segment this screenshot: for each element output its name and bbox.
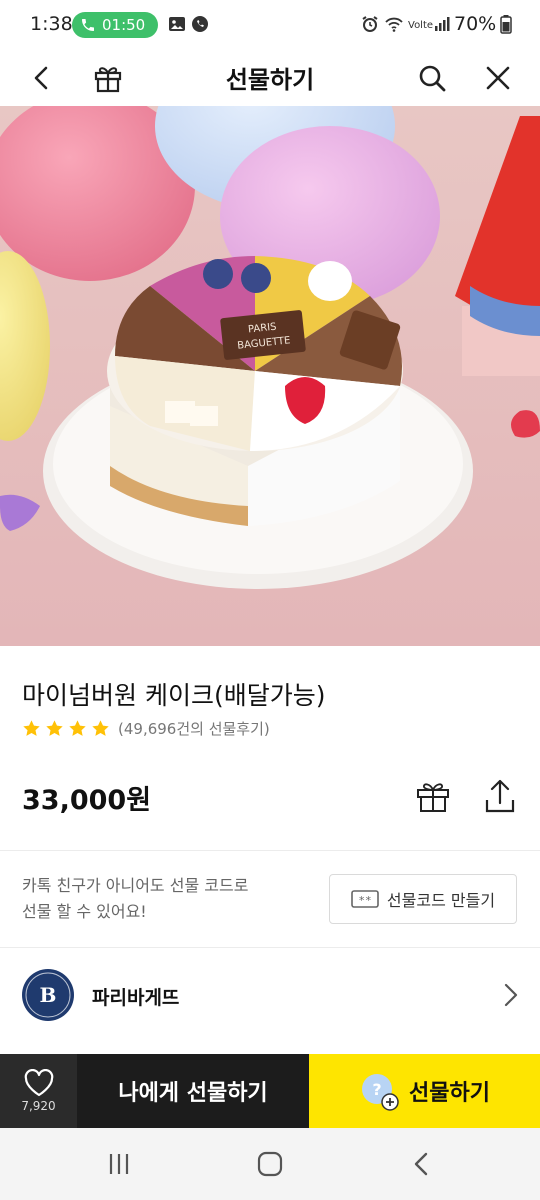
star-icon: [69, 720, 86, 736]
share-icon: [485, 779, 515, 813]
call-indicator[interactable]: 01:50: [72, 12, 158, 38]
rating-row[interactable]: (49,696건의 선물후기): [22, 718, 270, 739]
create-gift-code-button[interactable]: ** 선물코드 만들기: [329, 874, 517, 924]
system-back-button[interactable]: [400, 1146, 444, 1182]
brand-name: 파리바게뜨: [92, 987, 180, 1009]
star-icon: [46, 720, 63, 736]
svg-text:Volte: Volte: [408, 20, 433, 31]
battery-percent: 70%: [454, 13, 497, 35]
battery-icon: [500, 15, 512, 34]
send-gift-label: 선물하기: [409, 1081, 490, 1106]
search-button[interactable]: [410, 56, 454, 100]
page-title: 선물하기: [225, 66, 315, 94]
close-button[interactable]: [476, 56, 520, 100]
close-icon: [486, 66, 510, 90]
signal-icon: [435, 17, 450, 31]
app-header: 선물하기: [0, 50, 540, 106]
brand-logo-letter: B: [40, 983, 57, 1007]
back-arrow-icon: [414, 1152, 428, 1176]
send-gift-button[interactable]: ? 선물하기: [309, 1054, 540, 1128]
search-icon: [419, 65, 446, 92]
product-name: 마이넘버원 케이크(배달가능): [22, 681, 326, 710]
status-time: 1:38: [30, 13, 73, 35]
wish-gift-button[interactable]: [413, 774, 453, 818]
like-button[interactable]: 7,920: [0, 1054, 77, 1128]
volte-icon: Volte: [408, 20, 433, 31]
svg-text:?: ?: [372, 1080, 381, 1099]
gallery-icon: [169, 17, 185, 31]
recent-apps-button[interactable]: [97, 1146, 141, 1182]
divider: [0, 947, 540, 948]
wifi-icon: [385, 17, 403, 32]
phone-icon: [82, 19, 94, 31]
gift-code-description-line1: 카톡 친구가 아니어도 선물 코드로: [22, 876, 249, 895]
like-count: 7,920: [21, 1099, 56, 1113]
cake-photo: PARIS BAGUETTE: [0, 106, 540, 646]
chevron-right-icon: [504, 983, 518, 1007]
home-icon: [257, 1151, 283, 1177]
gift-code-description-line2: 선물 할 수 있어요!: [22, 902, 147, 921]
share-button[interactable]: [480, 774, 520, 818]
brand-logo-icon: B: [25, 972, 71, 1018]
brand-row[interactable]: B 파리바게뜨: [0, 950, 540, 1040]
code-card-icon: **: [351, 890, 379, 908]
bottom-action-bar: 7,920 나에게 선물하기 ? 선물하기: [0, 1054, 540, 1128]
star-icon: [92, 720, 109, 736]
gift-to-self-label: 나에게 선물하기: [118, 1081, 268, 1106]
home-button[interactable]: [248, 1146, 292, 1182]
friend-select-icon: ?: [362, 1074, 399, 1111]
talk-icon: [192, 16, 208, 32]
star-icon: [23, 720, 40, 736]
alarm-icon: [362, 16, 378, 32]
review-count[interactable]: (49,696건의 선물후기): [118, 718, 270, 739]
divider: [0, 850, 540, 851]
brand-logo: B: [22, 969, 74, 1021]
call-timer: 01:50: [102, 16, 146, 34]
gift-box-icon: [417, 783, 449, 812]
product-image[interactable]: PARIS BAGUETTE: [0, 106, 540, 646]
status-bar: 1:38 01:50 Volte 70%: [0, 0, 540, 50]
heart-icon: [24, 1069, 53, 1097]
svg-text:**: **: [358, 894, 371, 907]
create-gift-code-label: 선물코드 만들기: [386, 891, 496, 910]
gift-code-description: 카톡 친구가 아니어도 선물 코드로 선물 할 수 있어요!: [22, 873, 312, 925]
recent-apps-icon: [109, 1154, 129, 1174]
gift-to-self-button[interactable]: 나에게 선물하기: [77, 1054, 309, 1128]
system-nav-bar: [0, 1128, 540, 1200]
product-price: 33,000원: [22, 785, 152, 816]
